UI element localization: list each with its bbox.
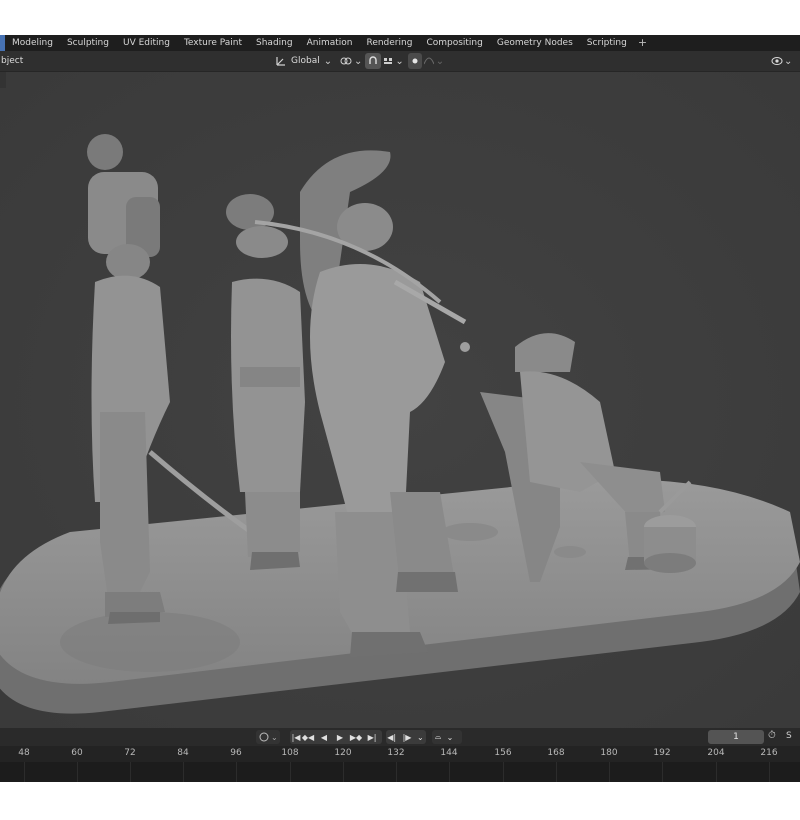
gridline	[343, 762, 344, 782]
ruler-tick: 60	[71, 748, 83, 758]
gridline	[290, 762, 291, 782]
gridline	[77, 762, 78, 782]
prev-keyframe-button-icon[interactable]: ◀|	[386, 730, 397, 744]
gridline	[236, 762, 237, 782]
tab-scripting[interactable]: Scripting	[580, 35, 634, 51]
transform-orientation-label[interactable]: Global	[291, 56, 320, 66]
gridline	[503, 762, 504, 782]
transform-orientation-icon[interactable]	[274, 53, 288, 69]
gridline	[449, 762, 450, 782]
pivot-icon[interactable]	[338, 53, 354, 69]
ruler-tick: 192	[653, 748, 671, 758]
ruler-tick: 96	[230, 748, 242, 758]
ruler-tick: 48	[18, 748, 30, 758]
ruler-tick: 216	[760, 748, 778, 758]
play-reverse-icon[interactable]: ◀	[318, 730, 330, 744]
toolbar-edge[interactable]	[0, 72, 6, 88]
ruler-tick: 132	[387, 748, 405, 758]
proportional-edit-icon[interactable]	[407, 53, 422, 69]
gridline	[769, 762, 770, 782]
auto-key-icon: ⌓	[434, 732, 442, 741]
gridline	[556, 762, 557, 782]
jump-start-icon[interactable]: |◀	[290, 730, 302, 744]
add-workspace-button[interactable]: +	[634, 35, 651, 51]
tab-uv-editing[interactable]: UV Editing	[116, 35, 177, 51]
tab-rendering[interactable]: Rendering	[359, 35, 419, 51]
blender-window: Modeling Sculpting UV Editing Texture Pa…	[0, 35, 800, 782]
tab-compositing[interactable]: Compositing	[419, 35, 489, 51]
gridline	[183, 762, 184, 782]
svg-text:⌄: ⌄	[271, 733, 278, 742]
next-keyframe-button-icon[interactable]: |▶	[401, 730, 412, 744]
record-icon: ⌄	[259, 732, 278, 742]
gridline	[716, 762, 717, 782]
ruler-tick: 84	[177, 748, 189, 758]
tab-geometry-nodes[interactable]: Geometry Nodes	[490, 35, 580, 51]
timeline-editor: ⌄ |◀ ◆◀ ◀ ▶ ▶◆ ▶| ◀| |▶ ⌄ ⌓ ⌄ 1 ⏱ S 48 6…	[0, 728, 800, 782]
gridline	[662, 762, 663, 782]
ruler-tick: 156	[494, 748, 512, 758]
ruler-tick: 168	[547, 748, 565, 758]
scene-render	[0, 72, 800, 728]
jump-end-icon[interactable]: ▶|	[366, 730, 378, 744]
current-frame-field[interactable]: 1	[708, 730, 764, 744]
auto-key-popover[interactable]: ⌓ ⌄	[432, 730, 462, 744]
snap-icon[interactable]	[365, 53, 382, 69]
chevron-down-icon: ⌄	[354, 55, 363, 67]
tab-modeling[interactable]: Modeling	[5, 35, 60, 51]
workspace-tabs-bar: Modeling Sculpting UV Editing Texture Pa…	[0, 35, 800, 51]
chevron-down-icon: ⌄	[416, 732, 424, 742]
keying-popover[interactable]: ⌄	[256, 730, 280, 744]
tab-sculpting[interactable]: Sculpting	[60, 35, 116, 51]
ruler-tick: 120	[334, 748, 352, 758]
ruler-tick: 204	[707, 748, 725, 758]
gridline	[24, 762, 25, 782]
timeline-track-area[interactable]	[0, 762, 800, 782]
next-keyframe-icon[interactable]: ▶◆	[350, 730, 362, 744]
chevron-down-icon: ⌄	[435, 55, 445, 67]
ruler-tick: 108	[281, 748, 299, 758]
ruler-tick: 180	[600, 748, 618, 758]
ruler-tick: 72	[124, 748, 136, 758]
overlay-icon[interactable]	[770, 53, 784, 69]
playback-controls: |◀ ◆◀ ◀ ▶ ▶◆ ▶|	[290, 730, 382, 744]
chevron-down-icon: ⌄	[784, 55, 793, 67]
prev-keyframe-icon[interactable]: ◆◀	[302, 730, 314, 744]
start-frame-label[interactable]: S	[786, 731, 792, 741]
timeline-controls: ⌄ |◀ ◆◀ ◀ ▶ ▶◆ ▶| ◀| |▶ ⌄ ⌓ ⌄ 1 ⏱ S	[0, 728, 800, 747]
ruler-tick: 144	[440, 748, 458, 758]
gridline	[130, 762, 131, 782]
keyframe-nav: ◀| |▶ ⌄	[386, 730, 426, 744]
tab-animation[interactable]: Animation	[300, 35, 360, 51]
chevron-down-icon: ⌄	[323, 55, 333, 67]
falloff-icon[interactable]	[422, 53, 436, 69]
3d-viewport[interactable]	[0, 72, 800, 728]
stopwatch-icon[interactable]: ⏱	[768, 730, 776, 741]
timeline-ruler[interactable]: 48 60 72 84 96 108 120 132 144 156 168 1…	[0, 746, 800, 762]
mode-selector-label[interactable]: bject	[0, 56, 23, 66]
play-icon[interactable]: ▶	[334, 730, 346, 744]
tab-texture-paint[interactable]: Texture Paint	[177, 35, 249, 51]
chevron-down-icon: ⌄	[446, 732, 454, 742]
snap-target-icon[interactable]	[381, 53, 395, 69]
viewport-header: bject Global ⌄ ⌄ ⌄ ⌄ ⌄	[0, 51, 800, 72]
chevron-down-icon: ⌄	[395, 55, 404, 67]
gridline	[609, 762, 610, 782]
gridline	[396, 762, 397, 782]
tab-shading[interactable]: Shading	[249, 35, 300, 51]
